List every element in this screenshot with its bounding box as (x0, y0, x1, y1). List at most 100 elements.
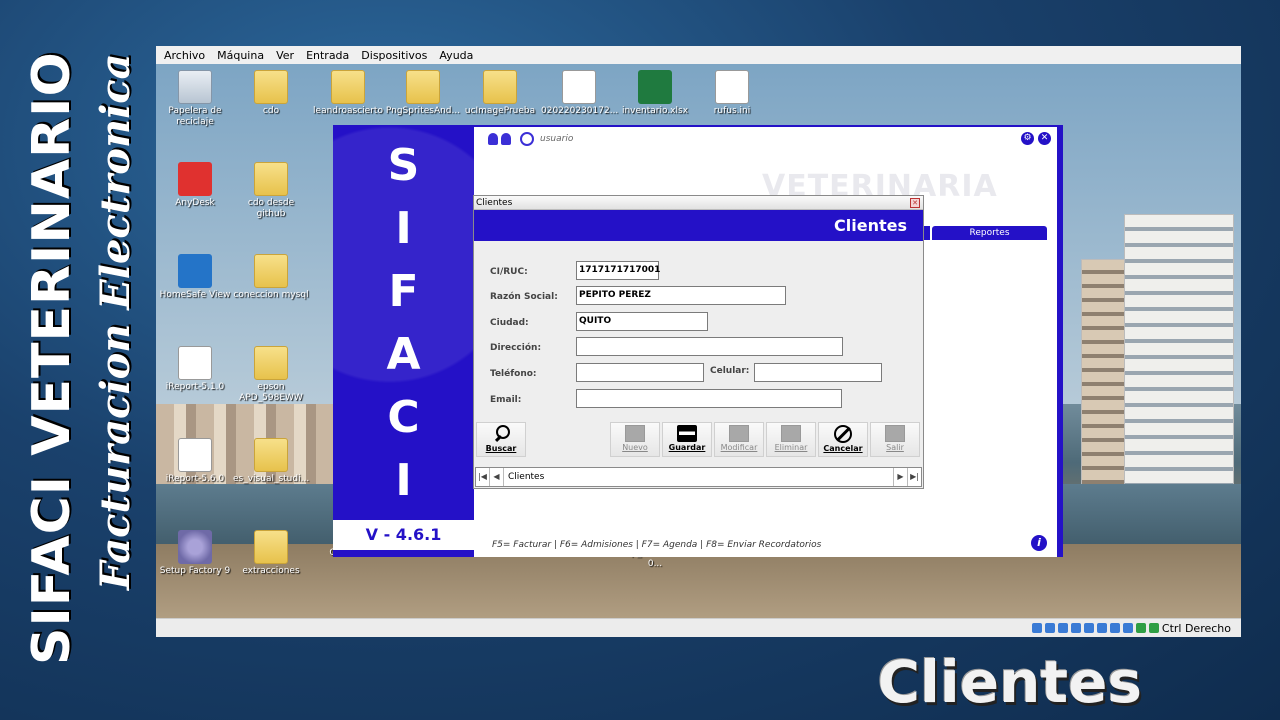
recording-icon[interactable] (1122, 623, 1133, 633)
info-icon[interactable]: i (1031, 535, 1047, 551)
brand-letter: I (395, 455, 412, 506)
folder-icon (254, 70, 288, 104)
brand-letter: I (395, 203, 412, 254)
desktop-icon[interactable]: iReport-5.6.0 (157, 438, 233, 485)
optical-drive-icon[interactable] (1044, 623, 1055, 633)
delete-icon (781, 425, 801, 442)
desktop-icon[interactable]: epson APD_598EWW (233, 346, 309, 404)
dialog-header: Clientes (474, 210, 923, 241)
email-field[interactable] (576, 389, 842, 408)
folder-icon (254, 254, 288, 288)
side-title-main: SIFACI VETERINARIO (22, 51, 82, 665)
guardar-button[interactable]: Guardar (662, 422, 712, 457)
side-title-sub: Facturacion Electronica (92, 53, 139, 590)
desktop-icon[interactable]: Setup Factory 9 (157, 530, 233, 577)
menu-dispositivos[interactable]: Dispositivos (361, 49, 427, 62)
desktop-icon[interactable]: Papelera de reciclaje (157, 70, 233, 128)
folder-icon (483, 70, 517, 104)
new-icon (625, 425, 645, 442)
wallpaper-building (1124, 214, 1234, 504)
desktop-icon[interactable]: HomeSafe View (157, 254, 233, 301)
desktop-icon[interactable]: AnyDesk (157, 162, 233, 209)
tab-reportes[interactable]: Reportes (932, 226, 1047, 240)
menu-ayuda[interactable]: Ayuda (439, 49, 473, 62)
close-icon[interactable]: ✕ (910, 198, 920, 208)
eliminar-button[interactable]: Eliminar (766, 422, 816, 457)
ci-ruc-label: CI/RUC: (490, 267, 528, 277)
direccion-label: Dirección: (490, 343, 542, 353)
close-icon[interactable]: ✕ (1038, 132, 1051, 145)
excel-icon (638, 70, 672, 104)
network-icon[interactable] (1070, 623, 1081, 633)
shared-folder-icon[interactable] (1096, 623, 1107, 633)
salir-button[interactable]: Salir (870, 422, 920, 457)
usb-icon[interactable] (1083, 623, 1094, 633)
side-title: SIFACI VETERINARIO Facturacion Electroni… (14, 51, 144, 670)
desktop-icon[interactable]: 020220230172... (541, 70, 618, 117)
users-icon[interactable] (488, 133, 514, 145)
menu-ver[interactable]: Ver (276, 49, 294, 62)
disk-icon[interactable] (1031, 623, 1042, 633)
email-label: Email: (490, 395, 522, 405)
menu-entrada[interactable]: Entrada (306, 49, 349, 62)
exit-icon (885, 425, 905, 442)
desktop-icon[interactable]: ucImagePrueba (462, 70, 538, 117)
cancelar-button[interactable]: Cancelar (818, 422, 868, 457)
desktop-icon[interactable]: iReport-5.1.0 (157, 346, 233, 393)
brand-letter: F (388, 266, 419, 317)
record-navigator: |◀ ◀ Clientes ▶ ▶| (475, 467, 922, 487)
desktop-icon[interactable]: rufus.ini (694, 70, 770, 117)
first-record-icon[interactable]: |◀ (476, 468, 490, 486)
folder-icon (254, 438, 288, 472)
window-controls: ⚙ ✕ (1021, 132, 1051, 145)
last-record-icon[interactable]: ▶| (907, 468, 921, 486)
next-record-icon[interactable]: ▶ (893, 468, 907, 486)
tab-edge (924, 226, 930, 240)
homesafe-icon (178, 254, 212, 288)
prev-record-icon[interactable]: ◀ (490, 468, 504, 486)
ireport-icon (178, 346, 212, 380)
modificar-button[interactable]: Modificar (714, 422, 764, 457)
buscar-button[interactable]: Buscar (476, 422, 526, 457)
celular-field[interactable] (754, 363, 882, 382)
edit-icon (729, 425, 749, 442)
sifaci-sidebar: S I F A C I V - 4.6.1 (333, 125, 474, 557)
folder-icon (406, 70, 440, 104)
ciudad-field[interactable]: QUITO (576, 312, 708, 331)
video-caption: Clientes (877, 648, 1142, 716)
razon-social-field[interactable]: PEPITO PEREZ (576, 286, 786, 305)
menu-maquina[interactable]: Máquina (217, 49, 264, 62)
vm-status-bar: Ctrl Derecho (156, 618, 1241, 637)
cpu-icon[interactable] (1135, 623, 1146, 633)
desktop-icon[interactable]: cdo (233, 70, 309, 117)
desktop-icon[interactable]: coneccion mysql (233, 254, 309, 301)
user-name: usuario (540, 134, 574, 144)
anydesk-icon (178, 162, 212, 196)
celular-label: Celular: (710, 366, 750, 376)
desktop-icon[interactable]: PngSpritesAnd... (385, 70, 461, 117)
brand-letter: C (387, 392, 420, 443)
desktop-icon[interactable]: es_visual_studi... (233, 438, 309, 485)
desktop-icon[interactable]: leandroascierto (310, 70, 386, 117)
desktop-icon[interactable]: cdo desde github (233, 162, 309, 220)
mouse-integration-icon[interactable] (1148, 623, 1159, 633)
folder-icon (331, 70, 365, 104)
user-icon[interactable] (520, 132, 534, 146)
version-label: V - 4.6.1 (333, 520, 474, 550)
desktop-icon[interactable]: extracciones (233, 530, 309, 577)
clientes-dialog: Clientes ✕ Clientes CI/RUC: 171717171700… (473, 195, 924, 489)
nuevo-button[interactable]: Nuevo (610, 422, 660, 457)
settings-file-icon (715, 70, 749, 104)
menu-archivo[interactable]: Archivo (164, 49, 205, 62)
shortcut-hints: F5= Facturar | F6= Admisiones | F7= Agen… (492, 540, 822, 550)
settings-icon[interactable]: ⚙ (1021, 132, 1034, 145)
folder-icon (254, 530, 288, 564)
brand-letter: S (387, 140, 420, 191)
telefono-field[interactable] (576, 363, 704, 382)
display-icon[interactable] (1109, 623, 1120, 633)
direccion-field[interactable] (576, 337, 843, 356)
desktop-icon[interactable]: inventario.xlsx (617, 70, 693, 117)
folder-icon (254, 162, 288, 196)
ci-ruc-field[interactable]: 1717171717001 (576, 261, 660, 280)
audio-icon[interactable] (1057, 623, 1068, 633)
